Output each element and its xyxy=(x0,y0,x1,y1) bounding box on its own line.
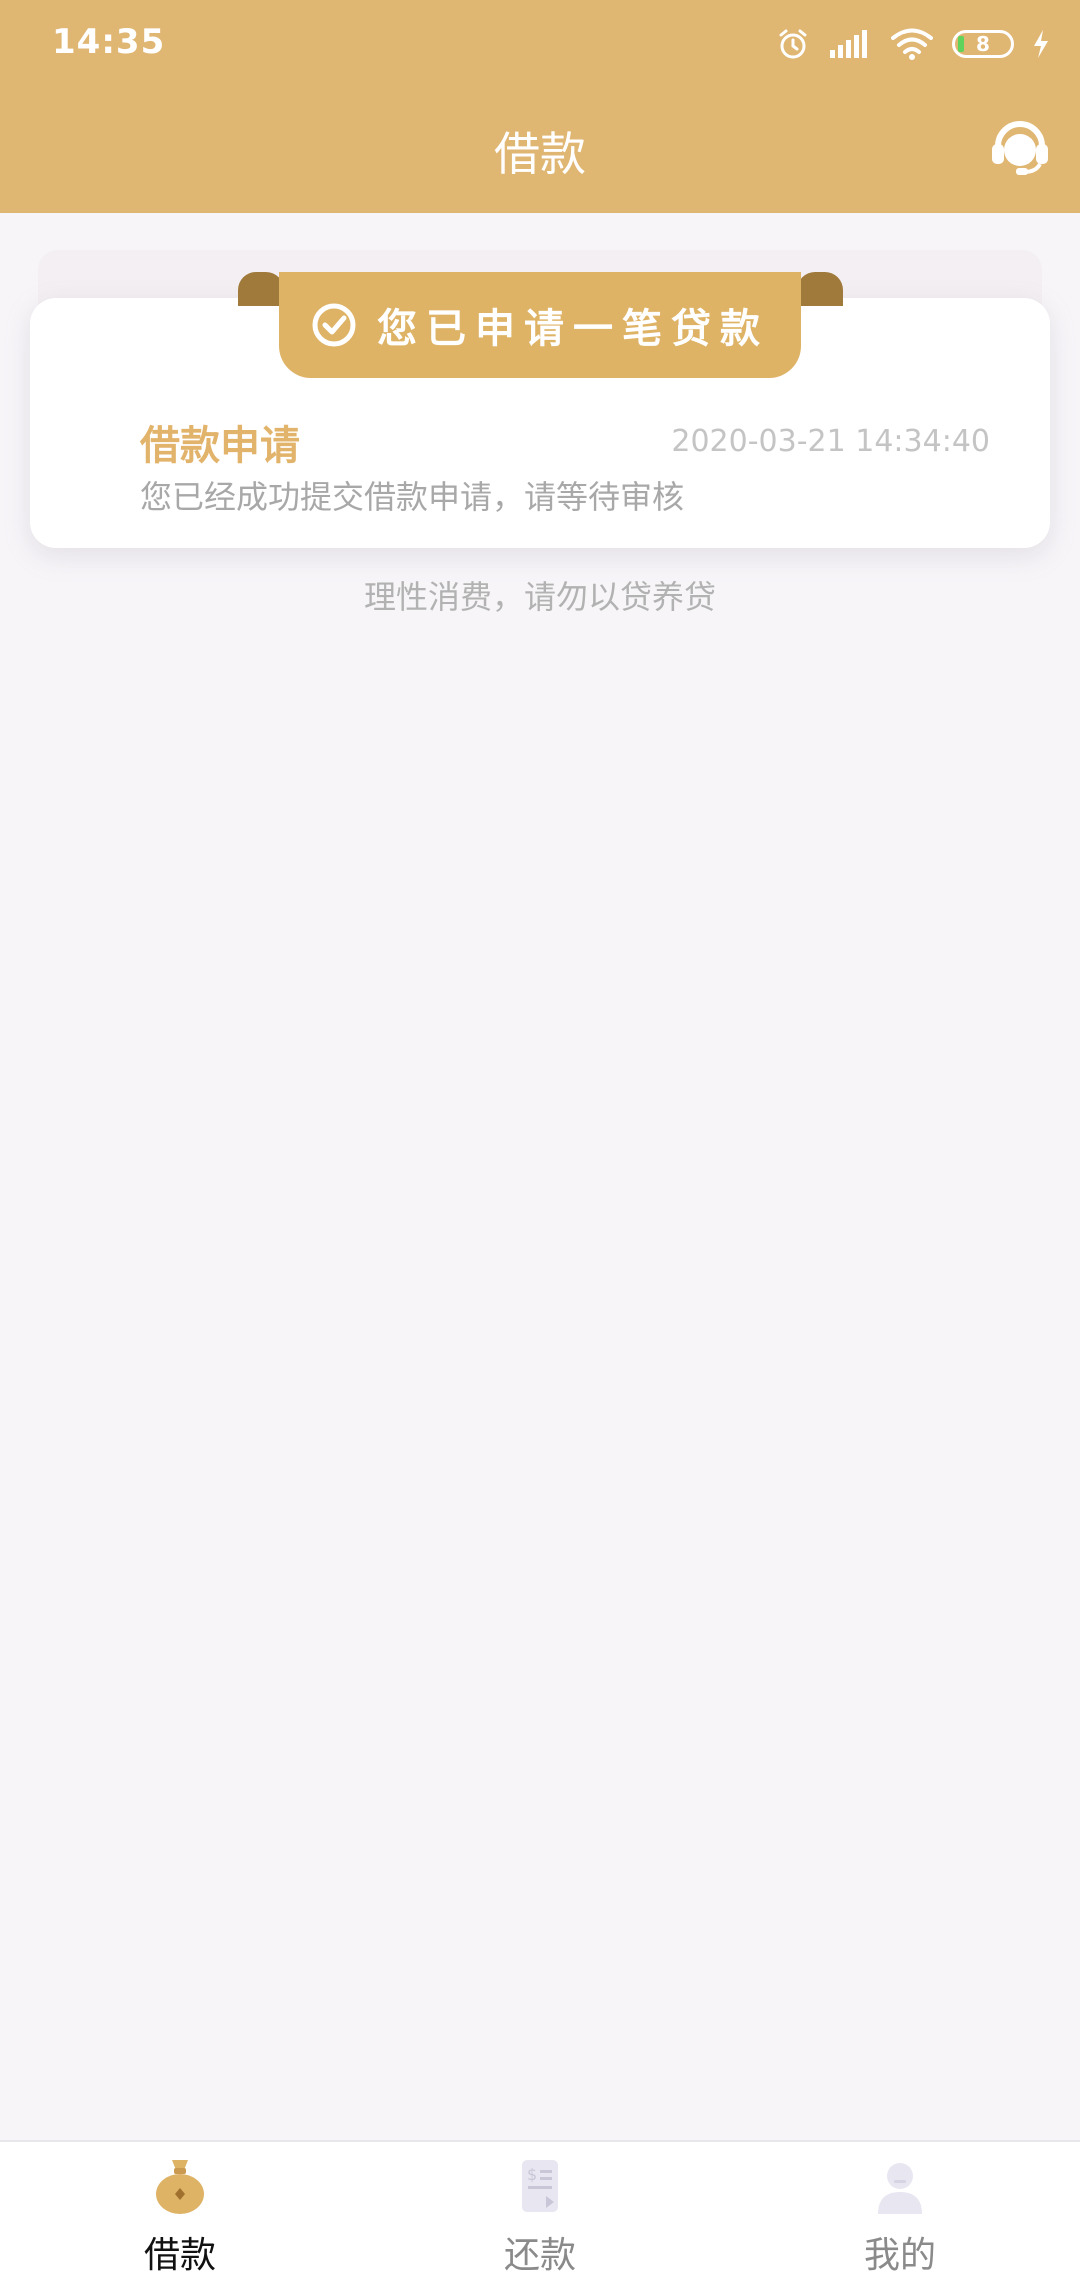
svg-text:$: $ xyxy=(527,2165,537,2184)
nav-item-loan[interactable]: 借款 xyxy=(80,2156,280,2278)
nav-item-repayment[interactable]: $ 还款 xyxy=(440,2156,640,2278)
bill-icon: $ xyxy=(522,2160,558,2212)
headset-icon xyxy=(992,121,1048,175)
signal-icon xyxy=(830,30,867,58)
responsible-borrowing-notice: 理性消费，请勿以贷养贷 xyxy=(363,578,716,616)
application-timestamp: 2020-03-21 14:34:40 xyxy=(671,424,990,459)
app-header: 14:35 8 借款 xyxy=(0,0,1080,213)
status-ribbon-text: 您已申请一笔贷款 xyxy=(377,306,769,352)
status-ribbon: 您已申请一笔贷款 xyxy=(279,272,801,378)
status-icons: 8 xyxy=(776,24,1050,64)
ribbon-fold-right xyxy=(797,272,843,306)
battery-level-text: 8 xyxy=(976,32,990,56)
nav-item-mine[interactable]: 我的 xyxy=(800,2156,1000,2278)
money-bag-icon xyxy=(156,2160,204,2214)
nav-label-repayment: 还款 xyxy=(503,2235,576,2276)
status-time: 14:35 xyxy=(52,22,166,62)
battery-indicator: 8 xyxy=(952,30,1014,58)
battery-level-fill xyxy=(958,36,964,52)
application-description: 您已经成功提交借款申请，请等待审核 xyxy=(140,478,685,516)
charging-icon xyxy=(1034,30,1048,58)
ribbon-fold-left xyxy=(238,272,284,306)
bottom-nav: 借款 $ 还款 我的 xyxy=(0,2140,1080,2282)
page-title: 借款 xyxy=(494,127,586,181)
person-icon xyxy=(878,2163,922,2214)
application-title: 借款申请 xyxy=(140,423,300,469)
wifi-icon xyxy=(891,28,933,60)
nav-label-mine: 我的 xyxy=(863,2235,936,2276)
customer-service-button[interactable] xyxy=(988,118,1052,178)
check-circle-icon xyxy=(312,303,356,347)
nav-label-loan: 借款 xyxy=(143,2235,216,2276)
alarm-icon xyxy=(779,29,807,59)
